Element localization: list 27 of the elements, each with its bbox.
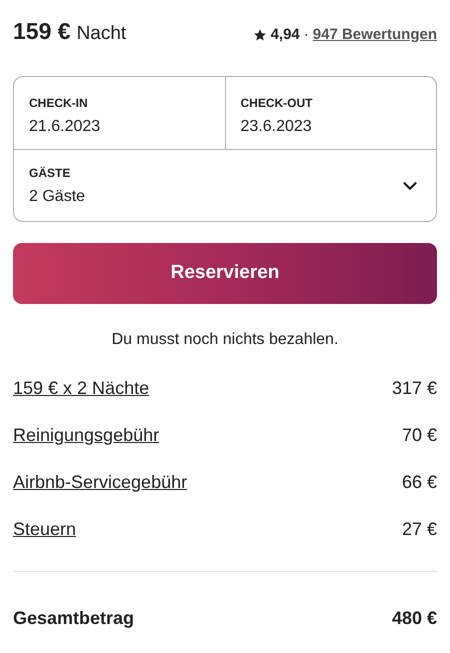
price-unit: Nacht: [76, 22, 126, 46]
star-icon: [252, 28, 267, 42]
fee-amount: 317 €: [392, 376, 437, 400]
date-field[interactable]: CHECK-IN 21.6.2023: [14, 77, 226, 149]
date-label: CHECK-IN: [29, 95, 89, 112]
guests-value: 2 Gäste: [29, 187, 86, 207]
date-value: 21.6.2023: [29, 117, 102, 137]
separator-dot: ·: [304, 24, 309, 44]
total-amount: 480 €: [392, 607, 437, 630]
guests-label: GÄSTE: [29, 165, 72, 182]
fee-link[interactable]: Airbnb-Servicegebühr: [13, 468, 188, 496]
fee-link[interactable]: Reinigungsgebühr: [13, 422, 160, 448]
date-label: CHECK-OUT: [240, 95, 314, 112]
fee-link[interactable]: 159 € x 2 Nächte: [13, 374, 150, 402]
date-value: 23.6.2023: [240, 117, 313, 137]
reserve-button[interactable]: Reservieren: [13, 243, 437, 304]
rating-score: 4,94: [270, 24, 300, 44]
reviews-link[interactable]: 947 Bewertungen: [312, 24, 437, 46]
fee-amount: 27 €: [402, 518, 437, 540]
fee-link[interactable]: Steuern: [13, 516, 76, 542]
date-field[interactable]: CHECK-OUT 23.6.2023: [226, 77, 436, 149]
fee-amount: 66 €: [402, 470, 437, 494]
payment-note: Du musst noch nichts bezahlen.: [110, 330, 340, 350]
total-label: Gesamtbetrag: [13, 607, 134, 630]
guests-field[interactable]: GÄSTE 2 Gäste: [14, 150, 436, 221]
fee-amount: 70 €: [402, 424, 437, 446]
nightly-price: 159 €: [13, 16, 71, 46]
